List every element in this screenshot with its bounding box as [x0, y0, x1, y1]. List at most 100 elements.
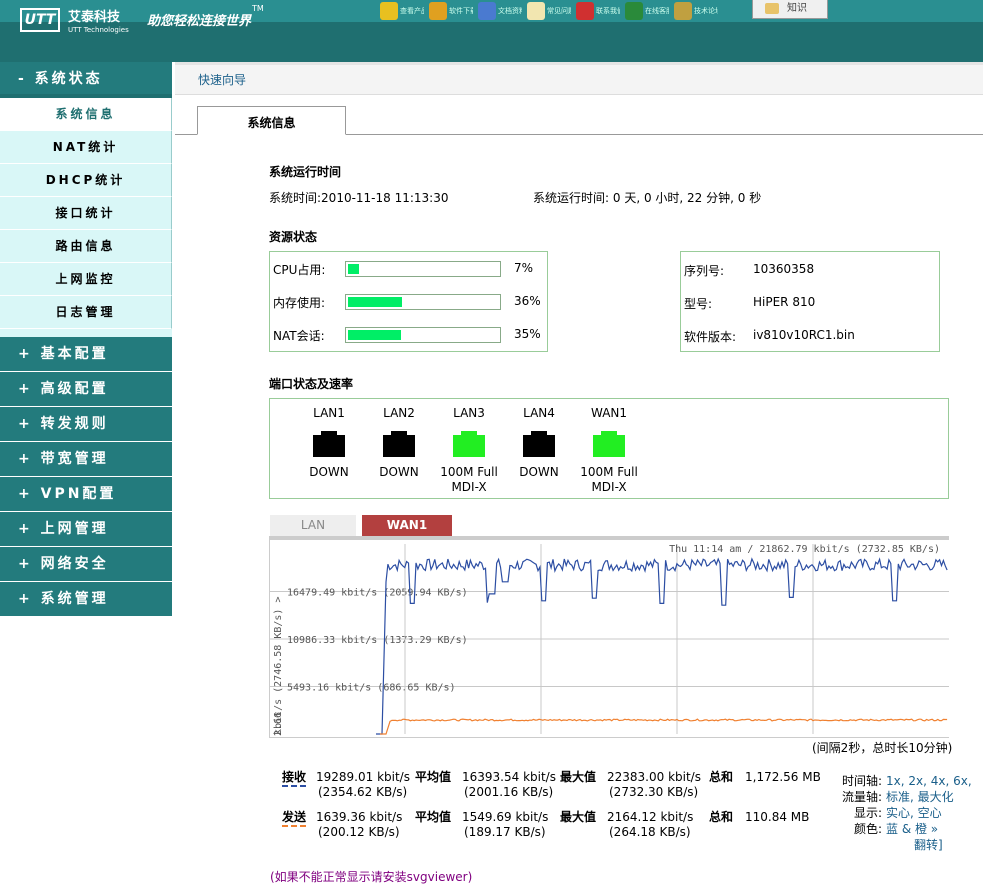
port-state: DOWN — [519, 465, 559, 479]
flowaxis-label: 流量轴: — [841, 790, 882, 804]
ethernet-port-icon — [523, 431, 555, 457]
display-options[interactable]: 实心, 空心 — [886, 806, 942, 821]
port-lan2: LAN2 DOWN — [369, 406, 429, 480]
menu-item-1[interactable]: NAT统计 — [0, 131, 172, 164]
svgviewer-footnote[interactable]: (如果不能正常显示请安装svgviewer) — [270, 868, 472, 885]
rx-total-label: 总和 — [709, 770, 734, 784]
chart-interval-note: (间隔2秒，总时长10分钟) — [812, 741, 953, 755]
utt-logo[interactable]: UTT 艾泰科技 UTT Technologies — [20, 6, 135, 36]
port-body — [593, 435, 625, 457]
tx-avg-kb: (189.17 KB/s) — [464, 825, 546, 839]
tx-label: 发送 — [282, 810, 307, 827]
tx-total: 110.84 MB — [745, 810, 810, 824]
note-icon — [527, 2, 545, 20]
port-wan1: WAN1 100M Full MDI-X — [579, 406, 639, 495]
device-info-box: 序列号: 10360358 型号: HiPER 810 软件版本: iv810v10RC1… — [680, 251, 940, 352]
chart-tab-wan1[interactable]: WAN1 — [362, 515, 452, 536]
device-label: 序列号: — [684, 264, 725, 278]
y-tick-label: 16479.49 kbit/s (2059.94 KB/s) — [287, 588, 468, 599]
knowledge-button[interactable]: 知识 — [752, 0, 828, 19]
rx-max-label: 最大值 — [560, 770, 597, 784]
book-icon — [478, 2, 496, 20]
device-label: 型号: — [684, 297, 713, 311]
port-state: DOWN — [309, 465, 349, 479]
toolbar-item-2[interactable]: 文档资料 — [478, 0, 522, 22]
device-label: 软件版本: — [684, 330, 737, 344]
menu-group-4[interactable]: + VPN配置 — [0, 477, 172, 512]
resource-value: 35% — [514, 327, 541, 341]
toolbar-label: 查看产品 — [400, 7, 424, 15]
logo-company-en: UTT Technologies — [68, 26, 129, 34]
device-value: HiPER 810 — [753, 295, 816, 309]
timeaxis-options[interactable]: 1x, 2x, 4x, 6x, — [886, 774, 972, 789]
trademark: TM — [252, 4, 264, 13]
menu-item-4[interactable]: 路由信息 — [0, 230, 172, 263]
resource-value: 7% — [514, 261, 534, 275]
toolbar-item-1[interactable]: 软件下载 — [429, 0, 473, 22]
phone-icon — [576, 2, 594, 20]
toolbar-item-5[interactable]: 在线客服 — [625, 0, 669, 22]
resource-bar-fill — [348, 297, 402, 307]
series-receive-line — [376, 557, 948, 735]
resource-label: 内存使用: — [273, 296, 326, 310]
resource-bar — [345, 261, 501, 277]
menu-group-7[interactable]: + 系统管理 — [0, 582, 172, 617]
toolbar-item-0[interactable]: 查看产品 — [380, 0, 424, 22]
menu-item-3[interactable]: 接口统计 — [0, 197, 172, 230]
rx-current: 19289.01 kbit/s — [316, 770, 410, 784]
rx-max-kb: (2732.30 KB/s) — [609, 785, 699, 799]
chart-tab-lan[interactable]: LAN — [270, 515, 356, 536]
tab-system-info[interactable]: 系统信息 — [197, 106, 346, 135]
y-tick-label: 10986.33 kbit/s (1373.29 KB/s) — [287, 635, 468, 646]
series-send-line — [380, 718, 948, 735]
flip-link[interactable]: 翻转] — [914, 838, 943, 853]
port-body — [383, 435, 415, 457]
toolbar-item-4[interactable]: 联系我们 — [576, 0, 620, 22]
rx-max: 22383.00 kbit/s — [607, 770, 701, 784]
device-value: 10360358 — [753, 262, 815, 276]
menu-item-6[interactable]: 日志管理 — [0, 296, 172, 329]
menu-item-5[interactable]: 上网监控 — [0, 263, 172, 296]
rx-current-kb: (2354.62 KB/s) — [318, 785, 408, 799]
flowaxis-options[interactable]: 标准, 最大化 — [886, 790, 954, 805]
port-body — [453, 435, 485, 457]
toolbar-item-6[interactable]: 技术论坛 — [674, 0, 718, 22]
port-lan1: LAN1 DOWN — [299, 406, 359, 480]
port-name: LAN4 — [523, 406, 555, 420]
menu-group-3[interactable]: + 带宽管理 — [0, 442, 172, 477]
menu-group-2[interactable]: + 转发规则 — [0, 407, 172, 442]
display-label: 显示: — [853, 806, 882, 820]
ports-box: LAN1 DOWN LAN2 DOWN LAN3 100M Full MDI-X LAN4 DO… — [269, 398, 949, 499]
tx-current-kb: (200.12 KB/s) — [318, 825, 400, 839]
menu-group-system-status[interactable]: - 系统状态 — [0, 62, 172, 98]
menu-group-0[interactable]: + 基本配置 — [0, 337, 172, 372]
traffic-chart-svg: 16479.49 kbit/s (2059.94 KB/s) 10986.33 k… — [270, 544, 949, 736]
tx-current: 1639.36 kbit/s — [316, 810, 403, 824]
resource-box: CPU占用: 7% 内存使用: 36% NAT会话: 35% — [269, 251, 548, 352]
ports-title: 端口状态及速率 — [269, 377, 354, 391]
menu-item-2[interactable]: DHCP统计 — [0, 164, 172, 197]
menu-group-5[interactable]: + 上网管理 — [0, 512, 172, 547]
quick-wizard-link[interactable]: 快速向导 — [198, 71, 246, 88]
toolbar-item-3[interactable]: 常见问题 — [527, 0, 571, 22]
ethernet-port-icon — [593, 431, 625, 457]
port-body — [523, 435, 555, 457]
port-name: LAN2 — [383, 406, 415, 420]
left-menu: - 系统状态 系统信息 NAT统计 DHCP统计 接口统计 路由信息 上网监控 日志管理 +… — [0, 62, 172, 617]
tx-max-label: 最大值 — [560, 810, 597, 824]
menu-group-6[interactable]: + 网络安全 — [0, 547, 172, 582]
menu-item-0[interactable]: 系统信息 — [0, 98, 172, 131]
color-label: 颜色: — [853, 822, 882, 836]
menu-group-1[interactable]: + 高级配置 — [0, 372, 172, 407]
header-toolbar: 查看产品 软件下载 文档资料 常见问题 联系我们 在线客服 技术论坛 — [380, 0, 723, 22]
resource-bar — [345, 327, 501, 343]
resource-label: NAT会话: — [273, 329, 325, 343]
rx-label: 接收 — [282, 770, 307, 787]
resources-title: 资源状态 — [269, 230, 318, 244]
color-options[interactable]: 蓝 & 橙 » — [886, 822, 938, 837]
port-state: DOWN — [379, 465, 419, 479]
port-name: WAN1 — [590, 406, 628, 420]
rx-avg: 16393.54 kbit/s — [462, 770, 556, 784]
tx-avg: 1549.69 kbit/s — [462, 810, 549, 824]
resource-bar-fill — [348, 330, 401, 340]
